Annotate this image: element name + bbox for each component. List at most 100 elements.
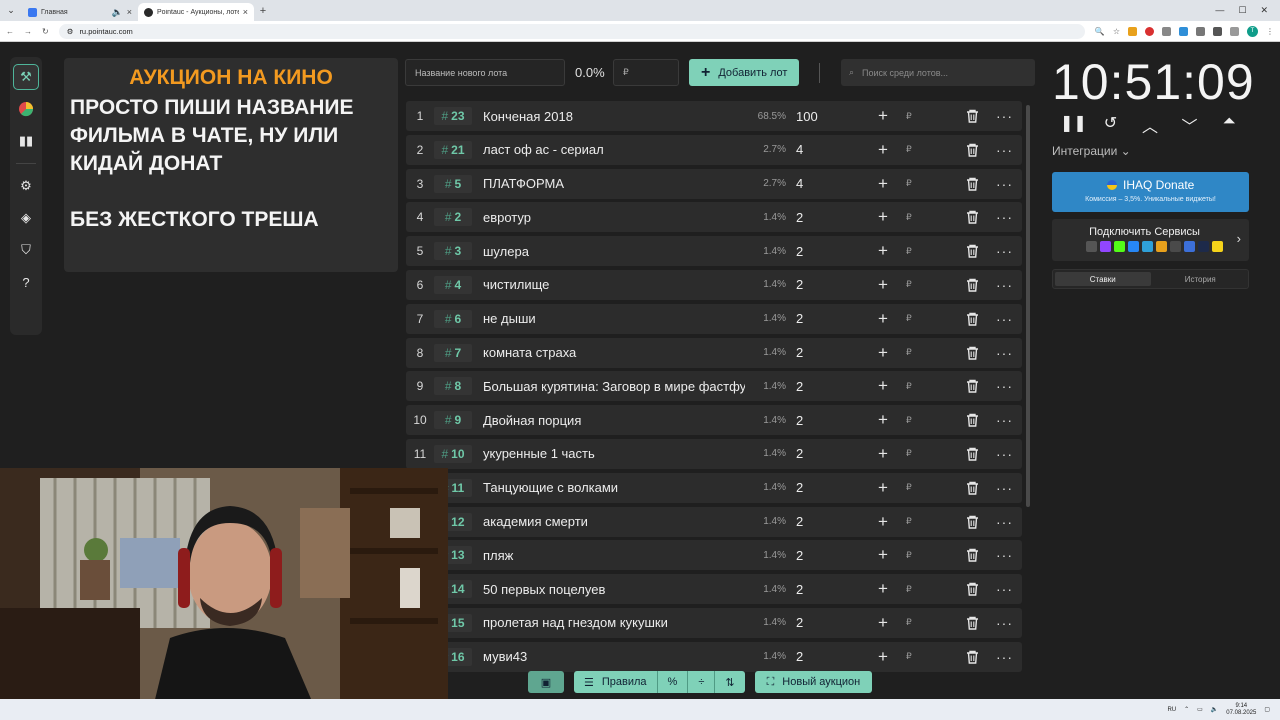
add-amount-icon[interactable]: +: [876, 174, 890, 194]
connect-services-button[interactable]: Подключить Сервисы ›: [1052, 219, 1249, 261]
lot-id-badge[interactable]: #4: [434, 275, 472, 294]
delete-trash-icon[interactable]: [964, 311, 980, 327]
more-options-icon[interactable]: ···: [996, 243, 1013, 259]
lot-name[interactable]: ласт оф ас - сериал: [483, 142, 745, 157]
delete-trash-icon[interactable]: [964, 142, 980, 158]
more-options-icon[interactable]: ···: [996, 345, 1013, 361]
delete-trash-icon[interactable]: [964, 615, 980, 631]
profile-avatar[interactable]: T: [1247, 25, 1258, 37]
more-options-icon[interactable]: ···: [996, 615, 1013, 631]
tab-bids[interactable]: Ставки: [1055, 272, 1151, 286]
more-options-icon[interactable]: ···: [996, 142, 1013, 158]
extension-orange-icon[interactable]: [1128, 26, 1137, 36]
lot-amount[interactable]: 2: [796, 514, 803, 529]
zoom-icon[interactable]: 🔍: [1095, 27, 1105, 36]
lot-amount[interactable]: 2: [796, 244, 803, 259]
more-options-icon[interactable]: ···: [996, 412, 1013, 428]
back-icon[interactable]: ←: [6, 27, 14, 36]
lot-amount[interactable]: 2: [796, 210, 803, 225]
lot-name[interactable]: муви43: [483, 649, 745, 664]
lot-id-badge[interactable]: #3: [434, 242, 472, 261]
lot-amount[interactable]: 2: [796, 446, 803, 461]
lot-search-input[interactable]: ⌕ Поиск среди лотов...: [841, 59, 1035, 86]
lot-row[interactable]: #12академия смерти1.4%2+₽···: [406, 506, 1022, 537]
ruble-input[interactable]: ₽: [906, 279, 912, 290]
lot-name[interactable]: евротур: [483, 210, 745, 225]
forward-icon[interactable]: →: [24, 27, 32, 36]
ruble-input[interactable]: ₽: [906, 313, 912, 324]
lot-row[interactable]: 9 #8 Большая курятина: Заговор в мире фаст…: [406, 371, 1022, 402]
lot-id-badge[interactable]: #23: [434, 107, 472, 125]
percent-toggle-button[interactable]: %: [658, 671, 689, 693]
lot-amount[interactable]: 4: [796, 142, 803, 157]
add-amount-icon[interactable]: +: [876, 478, 890, 498]
lot-id-badge[interactable]: #8: [434, 377, 472, 396]
lot-name[interactable]: Танцующие с волками: [483, 480, 745, 495]
delete-trash-icon[interactable]: [964, 108, 980, 124]
lot-amount[interactable]: 100: [796, 109, 818, 124]
notification-icon[interactable]: ▢: [1264, 706, 1270, 713]
ruble-input[interactable]: ₽: [906, 212, 912, 223]
lot-id-badge[interactable]: #10: [434, 444, 472, 463]
delete-trash-icon[interactable]: [964, 243, 980, 259]
reset-timer-icon[interactable]: ↺: [1100, 113, 1122, 137]
tab-history[interactable]: История: [1153, 270, 1249, 288]
delete-trash-icon[interactable]: [964, 378, 980, 394]
site-info-icon[interactable]: ⚙: [67, 27, 74, 36]
more-options-icon[interactable]: ···: [996, 378, 1013, 394]
bookmark-star-icon[interactable]: ☆: [1113, 27, 1120, 36]
lot-amount[interactable]: 2: [796, 615, 803, 630]
lot-row[interactable]: 8 #7 комната страха 1.4% 2 + ₽ ···: [406, 337, 1022, 368]
lot-row[interactable]: 4 #2 евротур 1.4% 2 + ₽ ···: [406, 202, 1022, 233]
lot-name[interactable]: комната страха: [483, 345, 745, 360]
extension-gray-icon[interactable]: [1162, 26, 1171, 36]
lot-amount[interactable]: 2: [796, 649, 803, 664]
lot-row[interactable]: #15пролетая над гнездом кукушки1.4%2+₽··…: [406, 607, 1022, 638]
delete-trash-icon[interactable]: [964, 412, 980, 428]
new-lot-name-input[interactable]: Название нового лота: [405, 59, 565, 86]
taskbar-clock[interactable]: 9:14 07.08.2025: [1226, 703, 1256, 717]
ruble-input[interactable]: ₽: [906, 550, 912, 561]
pause-icon[interactable]: ❚❚: [1060, 113, 1087, 137]
split-toggle-button[interactable]: ÷: [688, 671, 716, 693]
lot-name[interactable]: шулера: [483, 244, 745, 259]
add-amount-icon[interactable]: +: [876, 309, 890, 329]
lot-row[interactable]: 1 #23 Конченая 2018 68.5% 100 + ₽ ···: [406, 101, 1022, 131]
lot-amount[interactable]: 2: [796, 413, 803, 428]
browser-tab-pointauc[interactable]: Pointauc - Аукционы, лотере ×: [138, 3, 254, 21]
sort-toggle-button[interactable]: ⇅: [715, 671, 744, 693]
lot-name[interactable]: Большая курятина: Заговор в мире фастфуд…: [483, 379, 745, 394]
lot-row[interactable]: 5 #3 шулера 1.4% 2 + ₽ ···: [406, 236, 1022, 267]
lot-row[interactable]: #1450 первых поцелуев1.4%2+₽···: [406, 574, 1022, 605]
ruble-input[interactable]: ₽: [906, 516, 912, 527]
volume-icon[interactable]: 🔈: [1211, 706, 1218, 713]
ruble-input[interactable]: ₽: [906, 415, 912, 426]
auction-hammer-icon[interactable]: ⚒: [13, 64, 39, 90]
ruble-input[interactable]: ₽: [906, 178, 912, 189]
lot-row[interactable]: 3 #5 ПЛАТФОРМА 2.7% 4 + ₽ ···: [406, 168, 1022, 199]
delete-trash-icon[interactable]: [964, 277, 980, 293]
more-options-icon[interactable]: ···: [996, 446, 1013, 462]
url-field[interactable]: ⚙ ru.pointauc.com: [58, 23, 1085, 39]
lot-row[interactable]: 2 #21 ласт оф ас - сериал 2.7% 4 + ₽ ···: [406, 134, 1022, 165]
more-options-icon[interactable]: ···: [996, 649, 1013, 665]
rules-button[interactable]: ☰ Правила: [574, 671, 658, 693]
add-amount-icon[interactable]: +: [876, 444, 890, 464]
help-question-icon[interactable]: ?: [13, 269, 39, 295]
close-window-icon[interactable]: ✕: [1260, 5, 1268, 16]
add-lot-button[interactable]: + Добавить лот: [689, 59, 799, 86]
add-amount-icon[interactable]: +: [876, 613, 890, 633]
more-options-icon[interactable]: ···: [996, 547, 1013, 563]
lot-amount[interactable]: 2: [796, 582, 803, 597]
add-amount-icon[interactable]: +: [876, 512, 890, 532]
network-icon[interactable]: ▭: [1197, 706, 1203, 713]
ruble-input[interactable]: ₽: [906, 347, 912, 358]
lot-id-badge[interactable]: #6: [434, 309, 472, 328]
more-options-icon[interactable]: ···: [996, 176, 1013, 192]
tray-chevron-icon[interactable]: ⌃: [1184, 706, 1189, 713]
extension-red-icon[interactable]: [1145, 26, 1154, 36]
tab-search-chevron-icon[interactable]: ⌄: [0, 0, 22, 21]
lot-id-badge[interactable]: #7: [434, 343, 472, 362]
ruble-input[interactable]: ₽: [906, 617, 912, 628]
media-list-icon[interactable]: [1213, 26, 1222, 36]
